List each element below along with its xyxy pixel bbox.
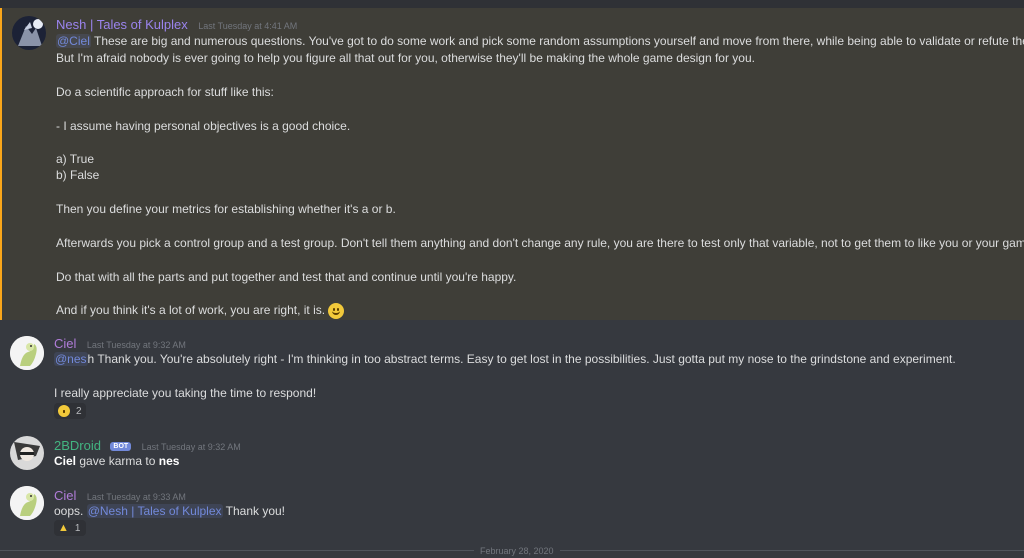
message-text: Afterwards you pick a control group and … [56,236,1024,250]
karma-receiver: nes [158,454,180,468]
avatar[interactable] [12,16,46,50]
message-text: h [87,352,95,366]
bot-tag: BOT [110,442,132,451]
avatar[interactable] [10,486,44,520]
message-text: b) False [56,168,100,182]
message-text: a) True [56,152,95,166]
message-nesh: Nesh | Tales of Kulplex Last Tuesday at … [0,8,1024,320]
timestamp[interactable]: Last Tuesday at 9:32 AM [142,442,241,452]
message-text: I really appreciate you taking the time … [54,386,317,400]
message-text: And if you think it's a lot of work, you… [56,303,326,317]
reaction-count: 1 [74,522,81,534]
message-bot: 2BDroid BOT Last Tuesday at 9:32 AM Ciel… [0,432,1024,478]
message-text: gave karma to [79,454,156,468]
message-text: Thank you. You're absolutely right - I'm… [97,352,956,366]
reaction-grinning[interactable]: 2 [54,403,86,419]
username[interactable]: Ciel [54,488,76,503]
message-ciel-2: Ciel Last Tuesday at 9:33 AM oops. @Nesh… [0,482,1024,540]
timestamp[interactable]: Last Tuesday at 9:33 AM [87,492,186,502]
timestamp[interactable]: Last Tuesday at 4:41 AM [198,21,297,31]
reaction-count: 2 [76,405,82,417]
message-ciel: Ciel Last Tuesday at 9:32 AM @nesh Thank… [0,330,1024,420]
user-mention[interactable]: @Ciel [56,34,91,48]
grinning-emoji-icon [58,405,70,417]
message-text: Thank you! [225,504,286,518]
message-text: But I'm afraid nobody is ever going to h… [56,51,755,65]
slight-smile-emoji-icon [328,302,345,319]
thumbs-up-emoji-icon: ▲ [58,522,69,534]
message-text: - I assume having personal objectives is… [56,119,351,133]
username[interactable]: Nesh | Tales of Kulplex [56,17,188,32]
message-text: oops. [54,504,84,518]
message-line: @nesh Thank you. You're absolutely right… [54,351,956,367]
message-line: @Ciel These are big and numerous questio… [56,33,1024,49]
reaction-thumbs-up[interactable]: ▲ 1 [54,520,86,536]
message-text: Do that with all the parts and put toget… [56,270,517,284]
message-line: oops. @Nesh | Tales of Kulplex Thank you… [54,503,285,519]
top-scroll-edge [0,0,1024,8]
karma-giver: Ciel [54,454,77,468]
user-mention[interactable]: @nes [54,352,88,366]
message-text: These are big and numerous questions. Yo… [93,34,1024,48]
avatar[interactable] [10,336,44,370]
message-line: Ciel gave karma to nes [54,453,179,469]
date-divider-label: February 28, 2020 [474,546,560,556]
user-mention[interactable]: @Nesh | Tales of Kulplex [86,504,223,518]
avatar[interactable] [10,436,44,470]
username[interactable]: 2BDroid [54,438,101,453]
username[interactable]: Ciel [54,336,76,351]
message-line: And if you think it's a lot of work, you… [56,302,345,319]
timestamp[interactable]: Last Tuesday at 9:32 AM [87,340,186,350]
message-text: Then you define your metrics for establi… [56,202,396,216]
message-text: Do a scientific approach for stuff like … [56,85,274,99]
